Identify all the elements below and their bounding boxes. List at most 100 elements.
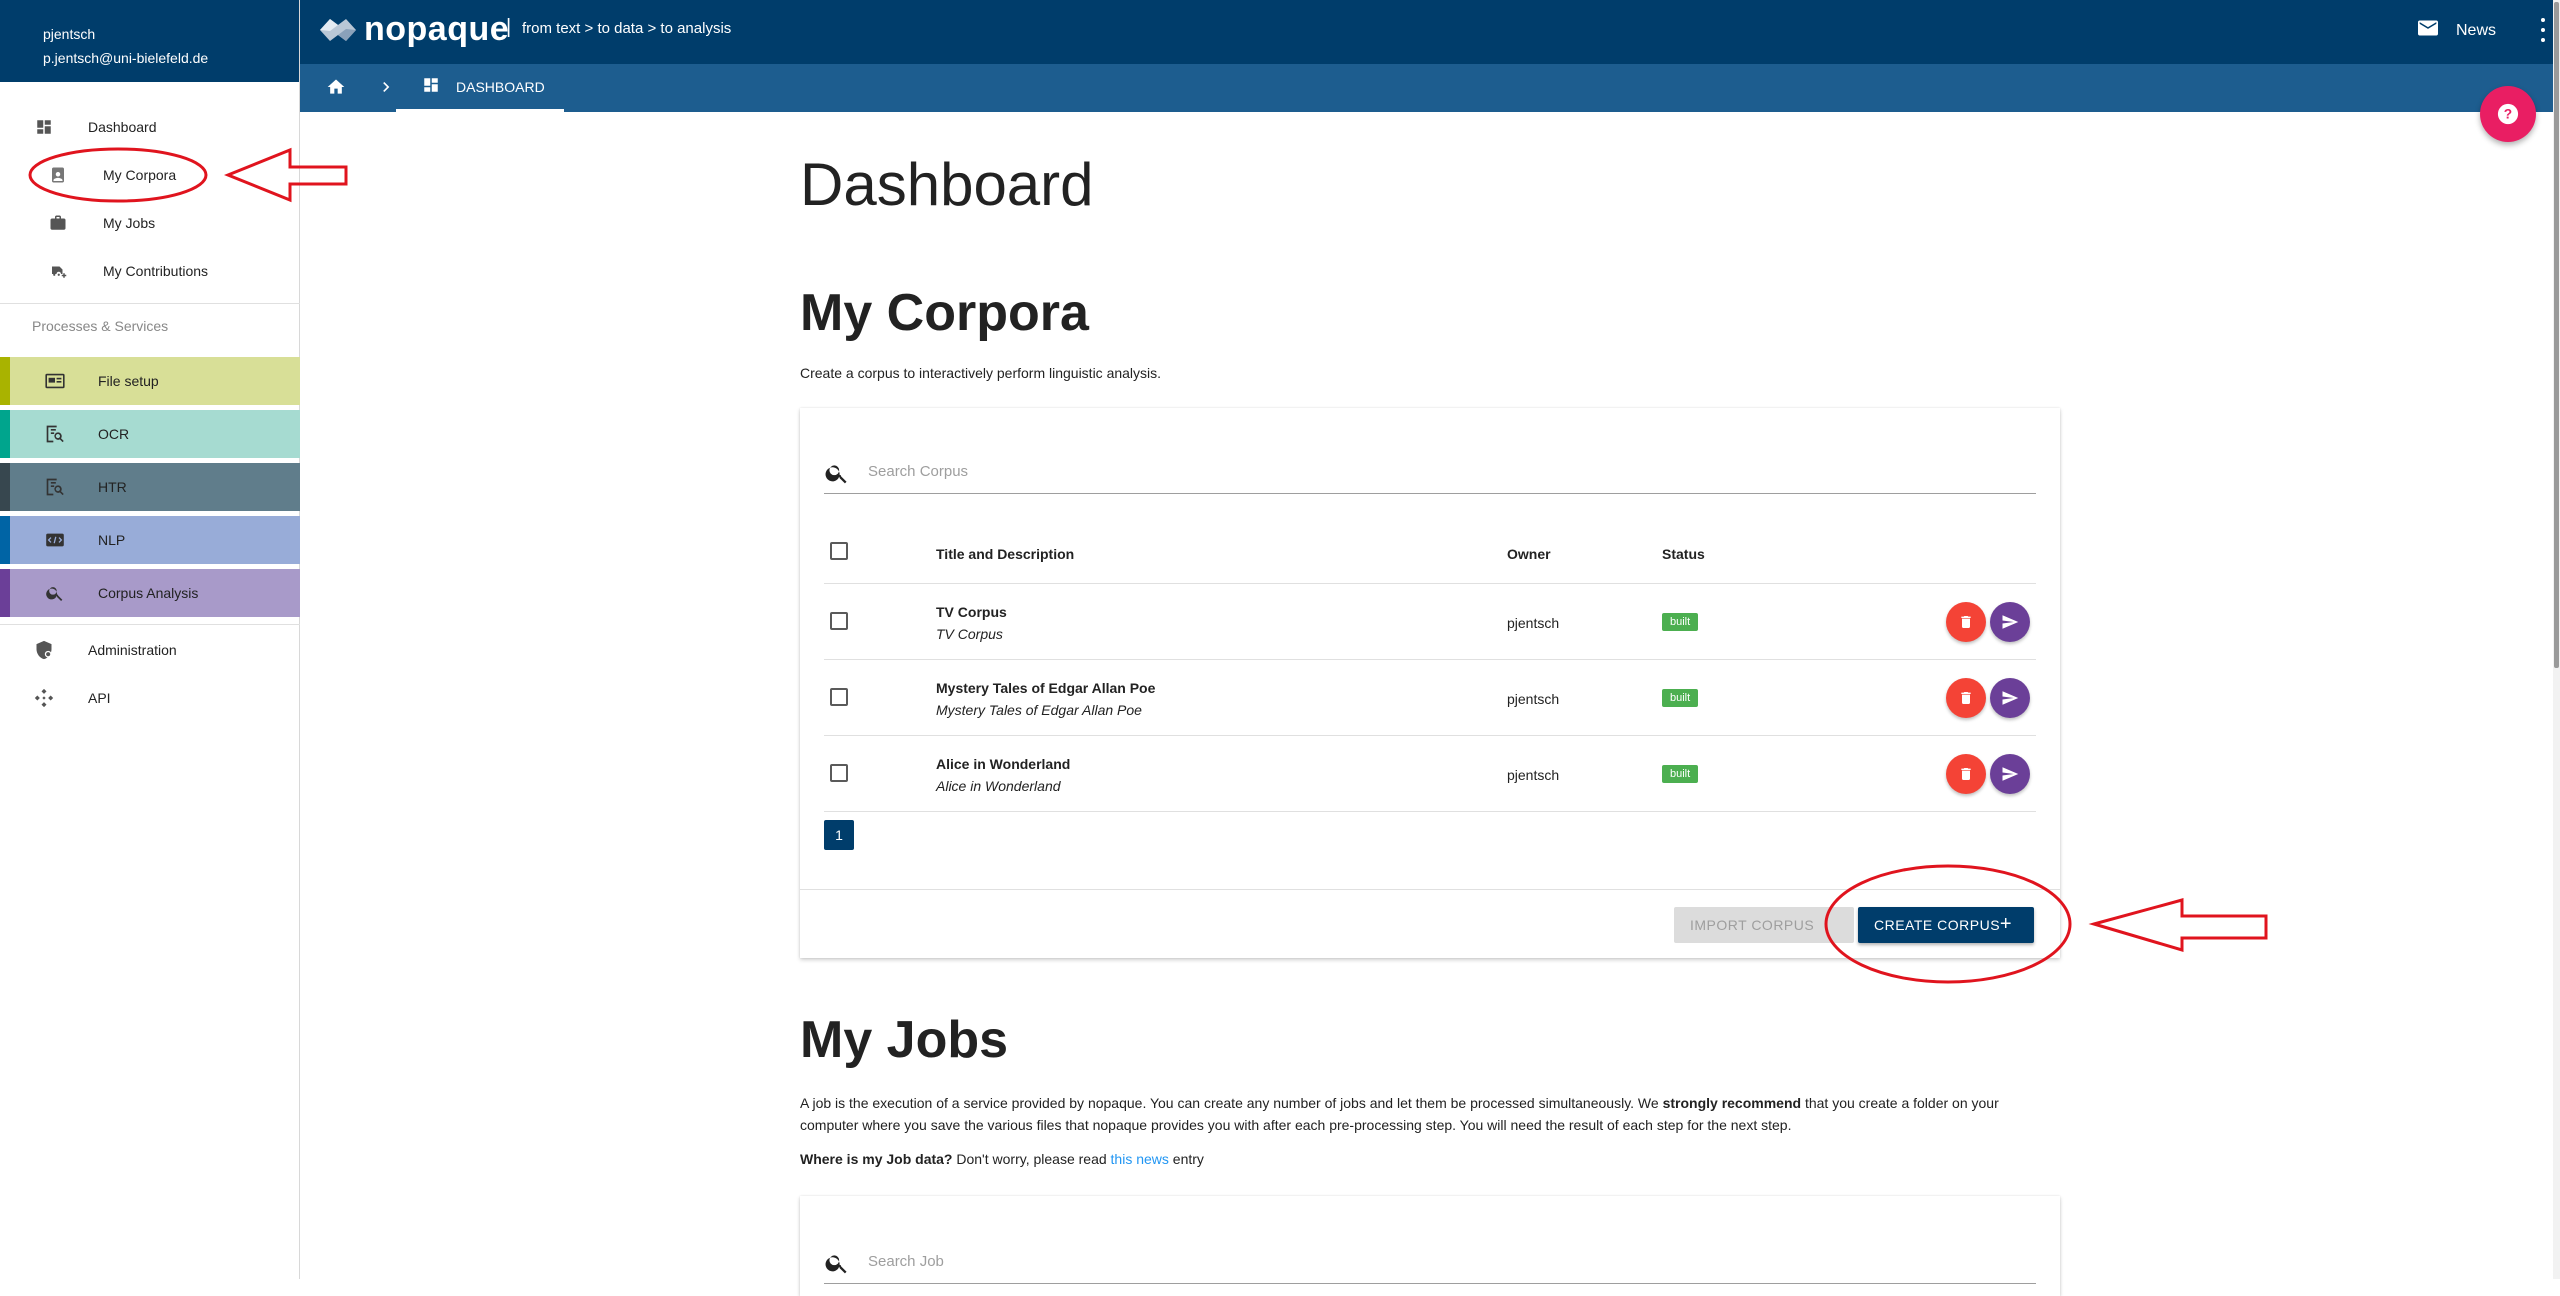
corpora-card: Title and Description Owner Status TV Co… (800, 408, 2060, 958)
row-checkbox[interactable] (830, 764, 848, 782)
table-row[interactable]: TV Corpus TV Corpus pjentsch built (824, 584, 2036, 660)
more-vert-icon[interactable] (2540, 18, 2546, 42)
corpus-description: TV Corpus (936, 626, 1003, 642)
create-corpus-label: CREATE CORPUS (1874, 917, 2001, 933)
trash-icon (1961, 692, 1971, 704)
user-info: pjentsch p.jentsch@uni-bielefeld.de (0, 0, 299, 82)
row-checkbox[interactable] (830, 688, 848, 706)
htr-icon (44, 476, 66, 498)
corpus-search (824, 448, 2036, 494)
jobs-data-hint: Where is my Job data? Don't worry, pleas… (800, 1151, 1204, 1167)
service-color-bar (0, 357, 10, 405)
sidebar-item-dashboard[interactable]: Dashboard (0, 106, 300, 148)
jobs-card (800, 1196, 2060, 1296)
chevron-right-icon (376, 77, 396, 100)
services-subheader: Processes & Services (32, 318, 169, 334)
logo-text: nopaque (364, 10, 510, 48)
corpus-description: Alice in Wonderland (936, 778, 1061, 794)
slogan-separator: | (506, 16, 512, 38)
file-setup-icon (44, 370, 66, 392)
sidebar-item-my-jobs[interactable]: My Jobs (0, 202, 300, 244)
dashboard-icon (34, 117, 54, 137)
api-icon (34, 688, 54, 708)
send-button[interactable] (1990, 754, 2030, 794)
corpus-book-icon (48, 165, 68, 185)
sidebar-service-file-setup[interactable]: File setup (0, 357, 300, 405)
search-icon (44, 582, 66, 604)
corpora-card-actions: IMPORT CORPUS CREATE CORPUS + (800, 889, 2060, 958)
delete-button[interactable] (1946, 678, 1986, 718)
pagination-page[interactable]: 1 (824, 820, 854, 850)
this-news-link[interactable]: this news (1111, 1151, 1169, 1167)
col-owner: Owner (1507, 546, 1551, 562)
slogan: from text > to data > to analysis (522, 20, 732, 37)
create-corpus-button[interactable]: CREATE CORPUS + (1858, 907, 2034, 943)
sidebar-divider (0, 624, 300, 625)
col-status: Status (1662, 546, 1705, 562)
status-badge: built (1662, 613, 1699, 631)
service-color-bar (0, 463, 10, 511)
col-title: Title and Description (936, 546, 1075, 562)
add-icon: + (1999, 913, 2012, 935)
send-button[interactable] (1990, 602, 2030, 642)
job-search-input[interactable] (868, 1248, 2028, 1274)
sidebar-item-my-contributions[interactable]: My Contributions (0, 250, 300, 292)
user-name: pjentsch (43, 26, 96, 42)
mail-icon (2417, 20, 2438, 41)
corpus-owner: pjentsch (1507, 691, 1560, 707)
corpus-search-input[interactable] (868, 458, 2028, 484)
news-link[interactable]: News (2417, 20, 2496, 41)
sidebar-service-nlp[interactable]: NLP (0, 516, 300, 564)
admin-shield-icon (34, 640, 54, 660)
trash-icon (1961, 768, 1971, 780)
breadcrumb-dashboard[interactable]: DASHBOARD (396, 64, 564, 112)
dashboard-icon (422, 76, 440, 97)
corpora-heading: My Corpora (800, 284, 1089, 342)
briefcase-icon (48, 213, 68, 233)
table-row[interactable]: Alice in Wonderland Alice in Wonderland … (824, 736, 2036, 812)
sidebar: pjentsch p.jentsch@uni-bielefeld.de Dash… (0, 0, 300, 1279)
search-icon (824, 460, 850, 491)
service-color-bar (0, 569, 10, 617)
send-button[interactable] (1990, 678, 2030, 718)
send-icon (2002, 691, 2019, 705)
table-row[interactable]: Mystery Tales of Edgar Allan Poe Mystery… (824, 660, 2036, 736)
select-all-checkbox[interactable] (830, 542, 848, 560)
breadcrumb-label: DASHBOARD (456, 78, 545, 95)
service-color-bar (0, 410, 10, 458)
logo[interactable]: nopaque (318, 10, 509, 49)
import-corpus-label: IMPORT CORPUS (1690, 917, 1815, 933)
status-badge: built (1662, 689, 1699, 707)
help-button[interactable]: ? (2480, 86, 2536, 142)
corpora-table-header: Title and Description Owner Status (824, 522, 2036, 584)
jobs-heading: My Jobs (800, 1011, 1009, 1069)
delete-button[interactable] (1946, 602, 1986, 642)
send-icon (2002, 615, 2019, 629)
breadcrumb: DASHBOARD (300, 64, 2560, 112)
send-icon (2002, 767, 2019, 781)
sidebar-service-corpus-analysis[interactable]: Corpus Analysis (0, 569, 300, 617)
corpus-title: Alice in Wonderland (936, 756, 1071, 772)
home-icon[interactable] (326, 77, 346, 100)
corpora-description: Create a corpus to interactively perform… (800, 365, 1162, 381)
status-badge: built (1662, 765, 1699, 783)
import-corpus-button[interactable]: IMPORT CORPUS (1674, 907, 1854, 943)
sidebar-item-api[interactable]: API (0, 677, 300, 719)
corpus-title: Mystery Tales of Edgar Allan Poe (936, 680, 1156, 696)
delete-button[interactable] (1946, 754, 1986, 794)
user-email: p.jentsch@uni-bielefeld.de (43, 50, 209, 66)
svg-text:?: ? (2504, 107, 2512, 122)
sidebar-item-administration[interactable]: Administration (0, 629, 300, 671)
sidebar-service-ocr[interactable]: OCR (0, 410, 300, 458)
scrollbar-thumb[interactable] (2554, 2, 2559, 668)
sidebar-divider (0, 303, 300, 304)
corpus-description: Mystery Tales of Edgar Allan Poe (936, 702, 1142, 718)
search-icon (824, 1250, 850, 1281)
sidebar-item-my-corpora[interactable]: My Corpora (0, 154, 300, 196)
news-label: News (2455, 21, 2496, 39)
contributions-icon (48, 261, 68, 281)
sidebar-service-htr[interactable]: HTR (0, 463, 300, 511)
top-navbar: nopaque | from text > to data > to analy… (300, 0, 2560, 64)
help-icon: ? (2497, 103, 2519, 125)
row-checkbox[interactable] (830, 612, 848, 630)
